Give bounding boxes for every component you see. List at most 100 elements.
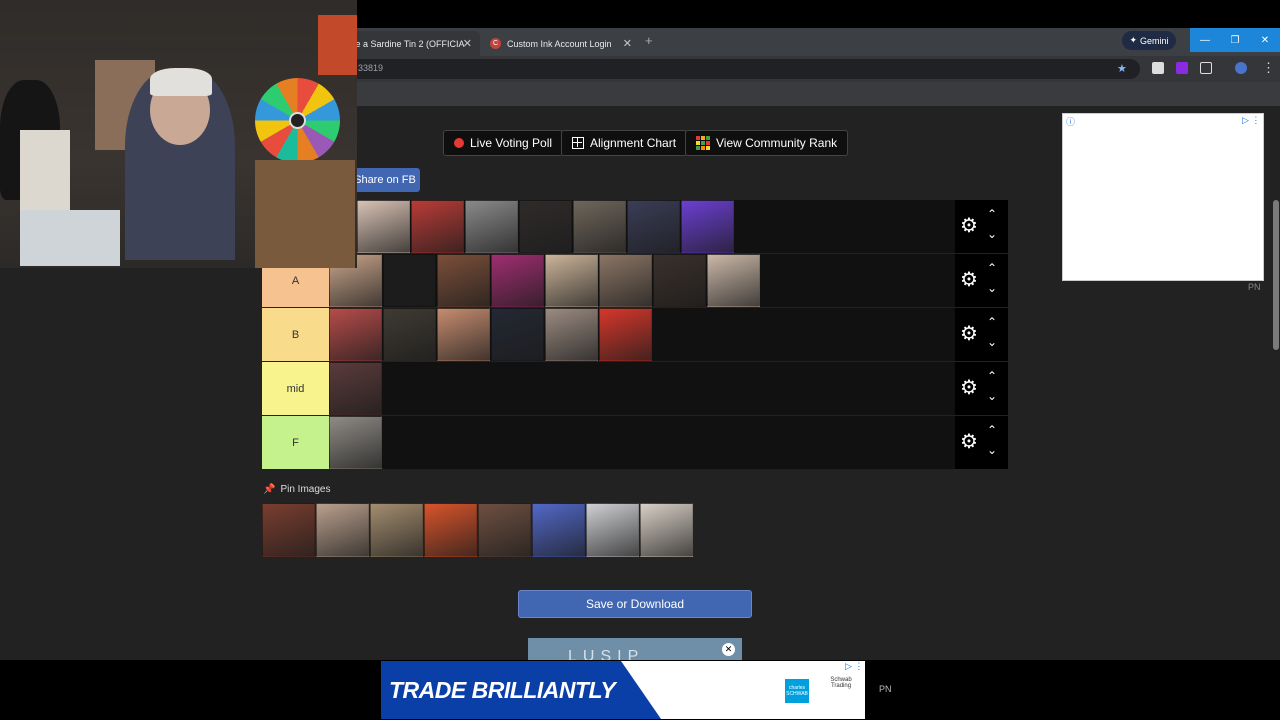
tab-sardine[interactable]: ate a Sardine Tin 2 (OFFICIA ✕ [340, 31, 480, 56]
tier-label[interactable]: mid [262, 362, 329, 415]
tier-item-image[interactable] [437, 254, 490, 307]
tier-item-image[interactable] [545, 254, 598, 307]
gear-icon[interactable]: ⚙ [959, 216, 979, 236]
webcam-figure [255, 160, 355, 268]
pool-item-image[interactable] [532, 503, 585, 557]
tier-item-image[interactable] [599, 308, 652, 361]
tier-item-image[interactable] [573, 200, 626, 253]
pool-item-image[interactable] [586, 503, 639, 557]
chevron-down-icon[interactable]: ⌄ [987, 227, 997, 241]
tier-items [357, 200, 735, 253]
extension-icon[interactable] [1176, 62, 1188, 74]
tier-controls: ⚙ ⌃ ⌄ [955, 308, 1008, 361]
ad-label: PN [1248, 282, 1261, 292]
view-community-rank-button[interactable]: View Community Rank [685, 130, 849, 156]
tier-items [329, 254, 761, 307]
chevron-up-icon[interactable]: ⌃ [987, 261, 997, 275]
gear-icon[interactable]: ⚙ [959, 432, 979, 452]
webcam-overlay [0, 0, 357, 268]
tier-item-image[interactable] [383, 254, 436, 307]
profile-avatar-icon[interactable] [1235, 62, 1247, 74]
pin-images-toggle[interactable]: 📌 Pin Images [263, 484, 330, 495]
gemini-button[interactable]: ✦ Gemini [1122, 31, 1176, 50]
scrollbar-thumb[interactable] [1273, 200, 1279, 350]
tier-item-image[interactable] [707, 254, 760, 307]
tier-item-image[interactable] [411, 200, 464, 253]
close-icon[interactable]: ✕ [463, 37, 472, 50]
live-voting-poll-button[interactable]: Live Voting Poll [443, 130, 564, 156]
grid-icon [572, 137, 584, 149]
chevron-up-icon[interactable]: ⌃ [987, 423, 997, 437]
pool-item-image[interactable] [316, 503, 369, 557]
tier-items [329, 362, 383, 415]
tier-item-image[interactable] [329, 308, 382, 361]
chevron-down-icon[interactable]: ⌄ [987, 443, 997, 457]
pin-icon: 📌 [263, 484, 276, 495]
url-field[interactable]: 33819 [340, 59, 1140, 79]
tier-item-image[interactable] [545, 308, 598, 361]
tier-item-image[interactable] [653, 254, 706, 307]
extensions-puzzle-icon[interactable] [1200, 62, 1212, 74]
tier-item-image[interactable] [383, 308, 436, 361]
tier-item-image[interactable] [437, 308, 490, 361]
chevron-down-icon[interactable]: ⌄ [987, 389, 997, 403]
tab-title: Custom Ink Account Login [507, 38, 612, 49]
tier-list: ⚙ ⌃ ⌄ A ⚙ ⌃ ⌄ B ⚙ ⌃ ⌄ mid ⚙ ⌃ ⌄ F ⚙ ⌃ ⌄ [262, 200, 1008, 470]
ad-info-icon[interactable]: ⓘ [1066, 115, 1075, 128]
tier-row: A ⚙ ⌃ ⌄ [262, 254, 1008, 308]
tier-label[interactable]: B [262, 308, 329, 361]
tier-row: mid ⚙ ⌃ ⌄ [262, 362, 1008, 416]
pool-item-image[interactable] [640, 503, 693, 557]
chevron-up-icon[interactable]: ⌃ [987, 315, 997, 329]
bottom-ad[interactable]: TRADE BRILLIANTLY charles SCHWAB Schwab … [381, 661, 865, 719]
tier-item-image[interactable] [357, 200, 410, 253]
tier-controls: ⚙ ⌃ ⌄ [955, 416, 1008, 469]
pool-item-image[interactable] [370, 503, 423, 557]
tier-row: B ⚙ ⌃ ⌄ [262, 308, 1008, 362]
close-icon[interactable]: ✕ [623, 37, 632, 50]
tier-item-image[interactable] [329, 362, 382, 415]
tier-item-image[interactable] [329, 416, 382, 469]
extension-icon[interactable] [1152, 62, 1164, 74]
tier-items [329, 416, 383, 469]
bookmark-star-icon[interactable]: ★ [1117, 62, 1127, 75]
chevron-down-icon[interactable]: ⌄ [987, 335, 997, 349]
tier-controls: ⚙ ⌃ ⌄ [955, 362, 1008, 415]
tier-item-image[interactable] [465, 200, 518, 253]
scrollbar[interactable] [1272, 106, 1280, 660]
custom-ink-favicon-icon: C [490, 38, 501, 49]
chevron-down-icon[interactable]: ⌄ [987, 281, 997, 295]
tier-item-image[interactable] [491, 254, 544, 307]
tier-item-image[interactable] [491, 308, 544, 361]
tier-item-image[interactable] [519, 200, 572, 253]
pool-item-image[interactable] [424, 503, 477, 557]
ad-choices-icon[interactable]: ▷ ⋮ [1242, 115, 1260, 126]
gear-icon[interactable]: ⚙ [959, 270, 979, 290]
gear-icon[interactable]: ⚙ [959, 378, 979, 398]
restore-button[interactable]: ❐ [1220, 28, 1250, 52]
close-icon[interactable]: ✕ [722, 643, 735, 656]
pool-item-image[interactable] [478, 503, 531, 557]
tier-item-image[interactable] [599, 254, 652, 307]
minimize-button[interactable]: — [1190, 28, 1220, 52]
ad-choices-icon[interactable]: ▷ ⋮ [845, 661, 863, 672]
tier-label[interactable]: F [262, 416, 329, 469]
save-or-download-button[interactable]: Save or Download [518, 590, 752, 618]
tier-item-image[interactable] [627, 200, 680, 253]
alignment-chart-button[interactable]: Alignment Chart [561, 130, 688, 156]
image-pool [262, 503, 694, 557]
pool-item-image[interactable] [262, 503, 315, 557]
tier-row: F ⚙ ⌃ ⌄ [262, 416, 1008, 470]
tier-controls: ⚙ ⌃ ⌄ [955, 200, 1008, 253]
menu-icon[interactable]: ⋮ [1262, 60, 1275, 76]
tier-item-image[interactable] [681, 200, 734, 253]
gear-icon[interactable]: ⚙ [959, 324, 979, 344]
sidebar-ad[interactable] [1062, 113, 1264, 281]
rank-grid-icon [696, 136, 710, 150]
close-window-button[interactable]: ✕ [1250, 28, 1280, 52]
tab-custom-ink[interactable]: C Custom Ink Account Login ✕ [482, 31, 640, 56]
new-tab-button[interactable]: + [645, 33, 653, 48]
chevron-up-icon[interactable]: ⌃ [987, 207, 997, 221]
chevron-up-icon[interactable]: ⌃ [987, 369, 997, 383]
share-on-fb-button[interactable]: Share on FB [350, 168, 420, 192]
